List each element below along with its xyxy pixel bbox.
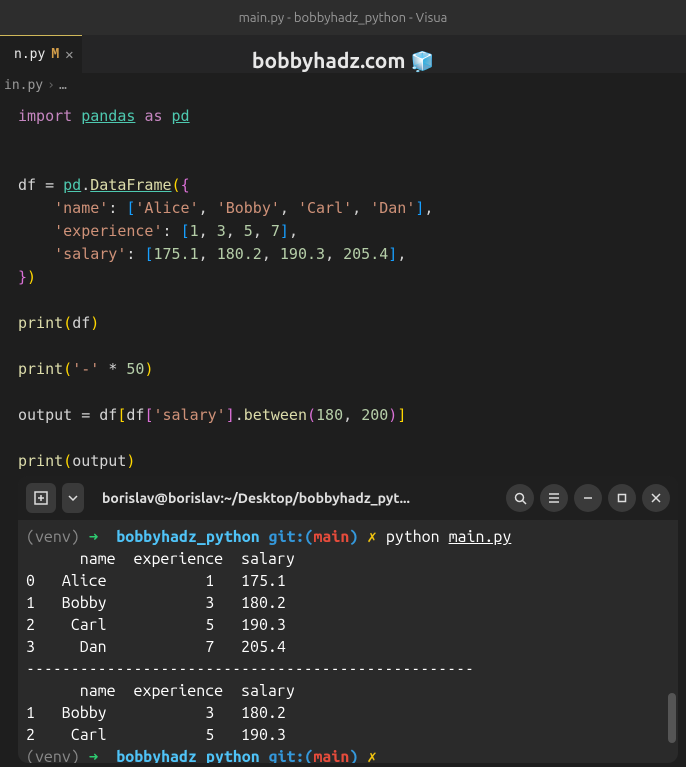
hamburger-icon — [548, 492, 560, 504]
tab-modified-indicator: M — [51, 47, 59, 62]
prompt-dir: bobbyhadz_python — [116, 528, 259, 546]
table-row: 3 Dan 7 205.4 — [26, 638, 286, 656]
breadcrumb-file: in.py — [4, 78, 43, 93]
var-output: output — [18, 406, 72, 424]
table-row: 1 Bobby 3 180.2 — [26, 704, 286, 722]
close-icon[interactable]: ✕ — [65, 47, 73, 63]
window-title: main.py - bobbyhadz_python - Visua — [239, 11, 448, 25]
prompt-git: git:( — [269, 528, 314, 546]
close-icon — [651, 493, 661, 503]
chevron-down-icon — [68, 495, 78, 501]
window-titlebar: main.py - bobbyhadz_python - Visua — [0, 0, 686, 35]
table-row: 0 Alice 1 175.1 — [26, 572, 286, 590]
search-button[interactable] — [506, 484, 534, 512]
table-header: name experience salary — [26, 682, 295, 700]
table-row: 2 Carl 5 190.3 — [26, 616, 286, 634]
menu-button[interactable] — [540, 484, 568, 512]
table-header: name experience salary — [26, 550, 295, 568]
prompt-dirty: ✗ — [367, 528, 377, 546]
terminal-title: borislav@borislav:~/Desktop/bobbyhadz_py… — [90, 490, 500, 506]
minimize-icon — [583, 493, 593, 503]
fn-print: print — [18, 360, 63, 378]
keyword-as: as — [144, 107, 162, 125]
code-editor[interactable]: import pandas as pd df = pd.DataFrame({ … — [0, 97, 686, 473]
editor-tab-main-py[interactable]: n.py M ✕ — [0, 35, 82, 73]
module-pandas: pandas — [81, 107, 135, 125]
table-row: 1 Bobby 3 180.2 — [26, 594, 286, 612]
fn-dataframe: DataFrame — [90, 176, 171, 194]
keyword-import: import — [18, 107, 72, 125]
command: python — [386, 528, 440, 546]
command-arg: main.py — [449, 528, 512, 546]
tab-filename: n.py — [14, 47, 45, 62]
fn-between: between — [244, 406, 307, 424]
alias-pd: pd — [172, 107, 190, 125]
prompt-branch: main — [313, 528, 349, 546]
fn-print: print — [18, 452, 63, 470]
var-df: df — [18, 176, 36, 194]
maximize-button[interactable] — [608, 484, 636, 512]
tab-dropdown-button[interactable] — [62, 483, 84, 513]
venv-indicator: (venv) — [26, 528, 80, 546]
breadcrumb-separator: › — [47, 78, 55, 93]
breadcrumb[interactable]: in.py › … — [0, 73, 686, 97]
maximize-icon — [617, 493, 627, 503]
obj-pd: pd — [63, 176, 81, 194]
search-icon — [514, 492, 527, 505]
prompt-arrow: ➜ — [89, 528, 99, 546]
separator-line: ----------------------------------------… — [26, 660, 474, 678]
terminal-body[interactable]: (venv) ➜ bobbyhadz_python git:(main) ✗ p… — [18, 520, 678, 763]
editor-tab-bar: n.py M ✕ — [0, 35, 686, 73]
new-tab-button[interactable] — [26, 483, 56, 513]
fn-print: print — [18, 314, 63, 332]
terminal-scrollbar[interactable] — [668, 576, 676, 753]
terminal-window: borislav@borislav:~/Desktop/bobbyhadz_py… — [18, 476, 678, 763]
table-row: 2 Carl 5 190.3 — [26, 726, 286, 744]
scrollbar-thumb[interactable] — [668, 693, 676, 743]
terminal-header: borislav@borislav:~/Desktop/bobbyhadz_py… — [18, 476, 678, 520]
close-button[interactable] — [642, 484, 670, 512]
minimize-button[interactable] — [574, 484, 602, 512]
new-tab-icon — [34, 491, 48, 505]
breadcrumb-more: … — [59, 78, 67, 93]
